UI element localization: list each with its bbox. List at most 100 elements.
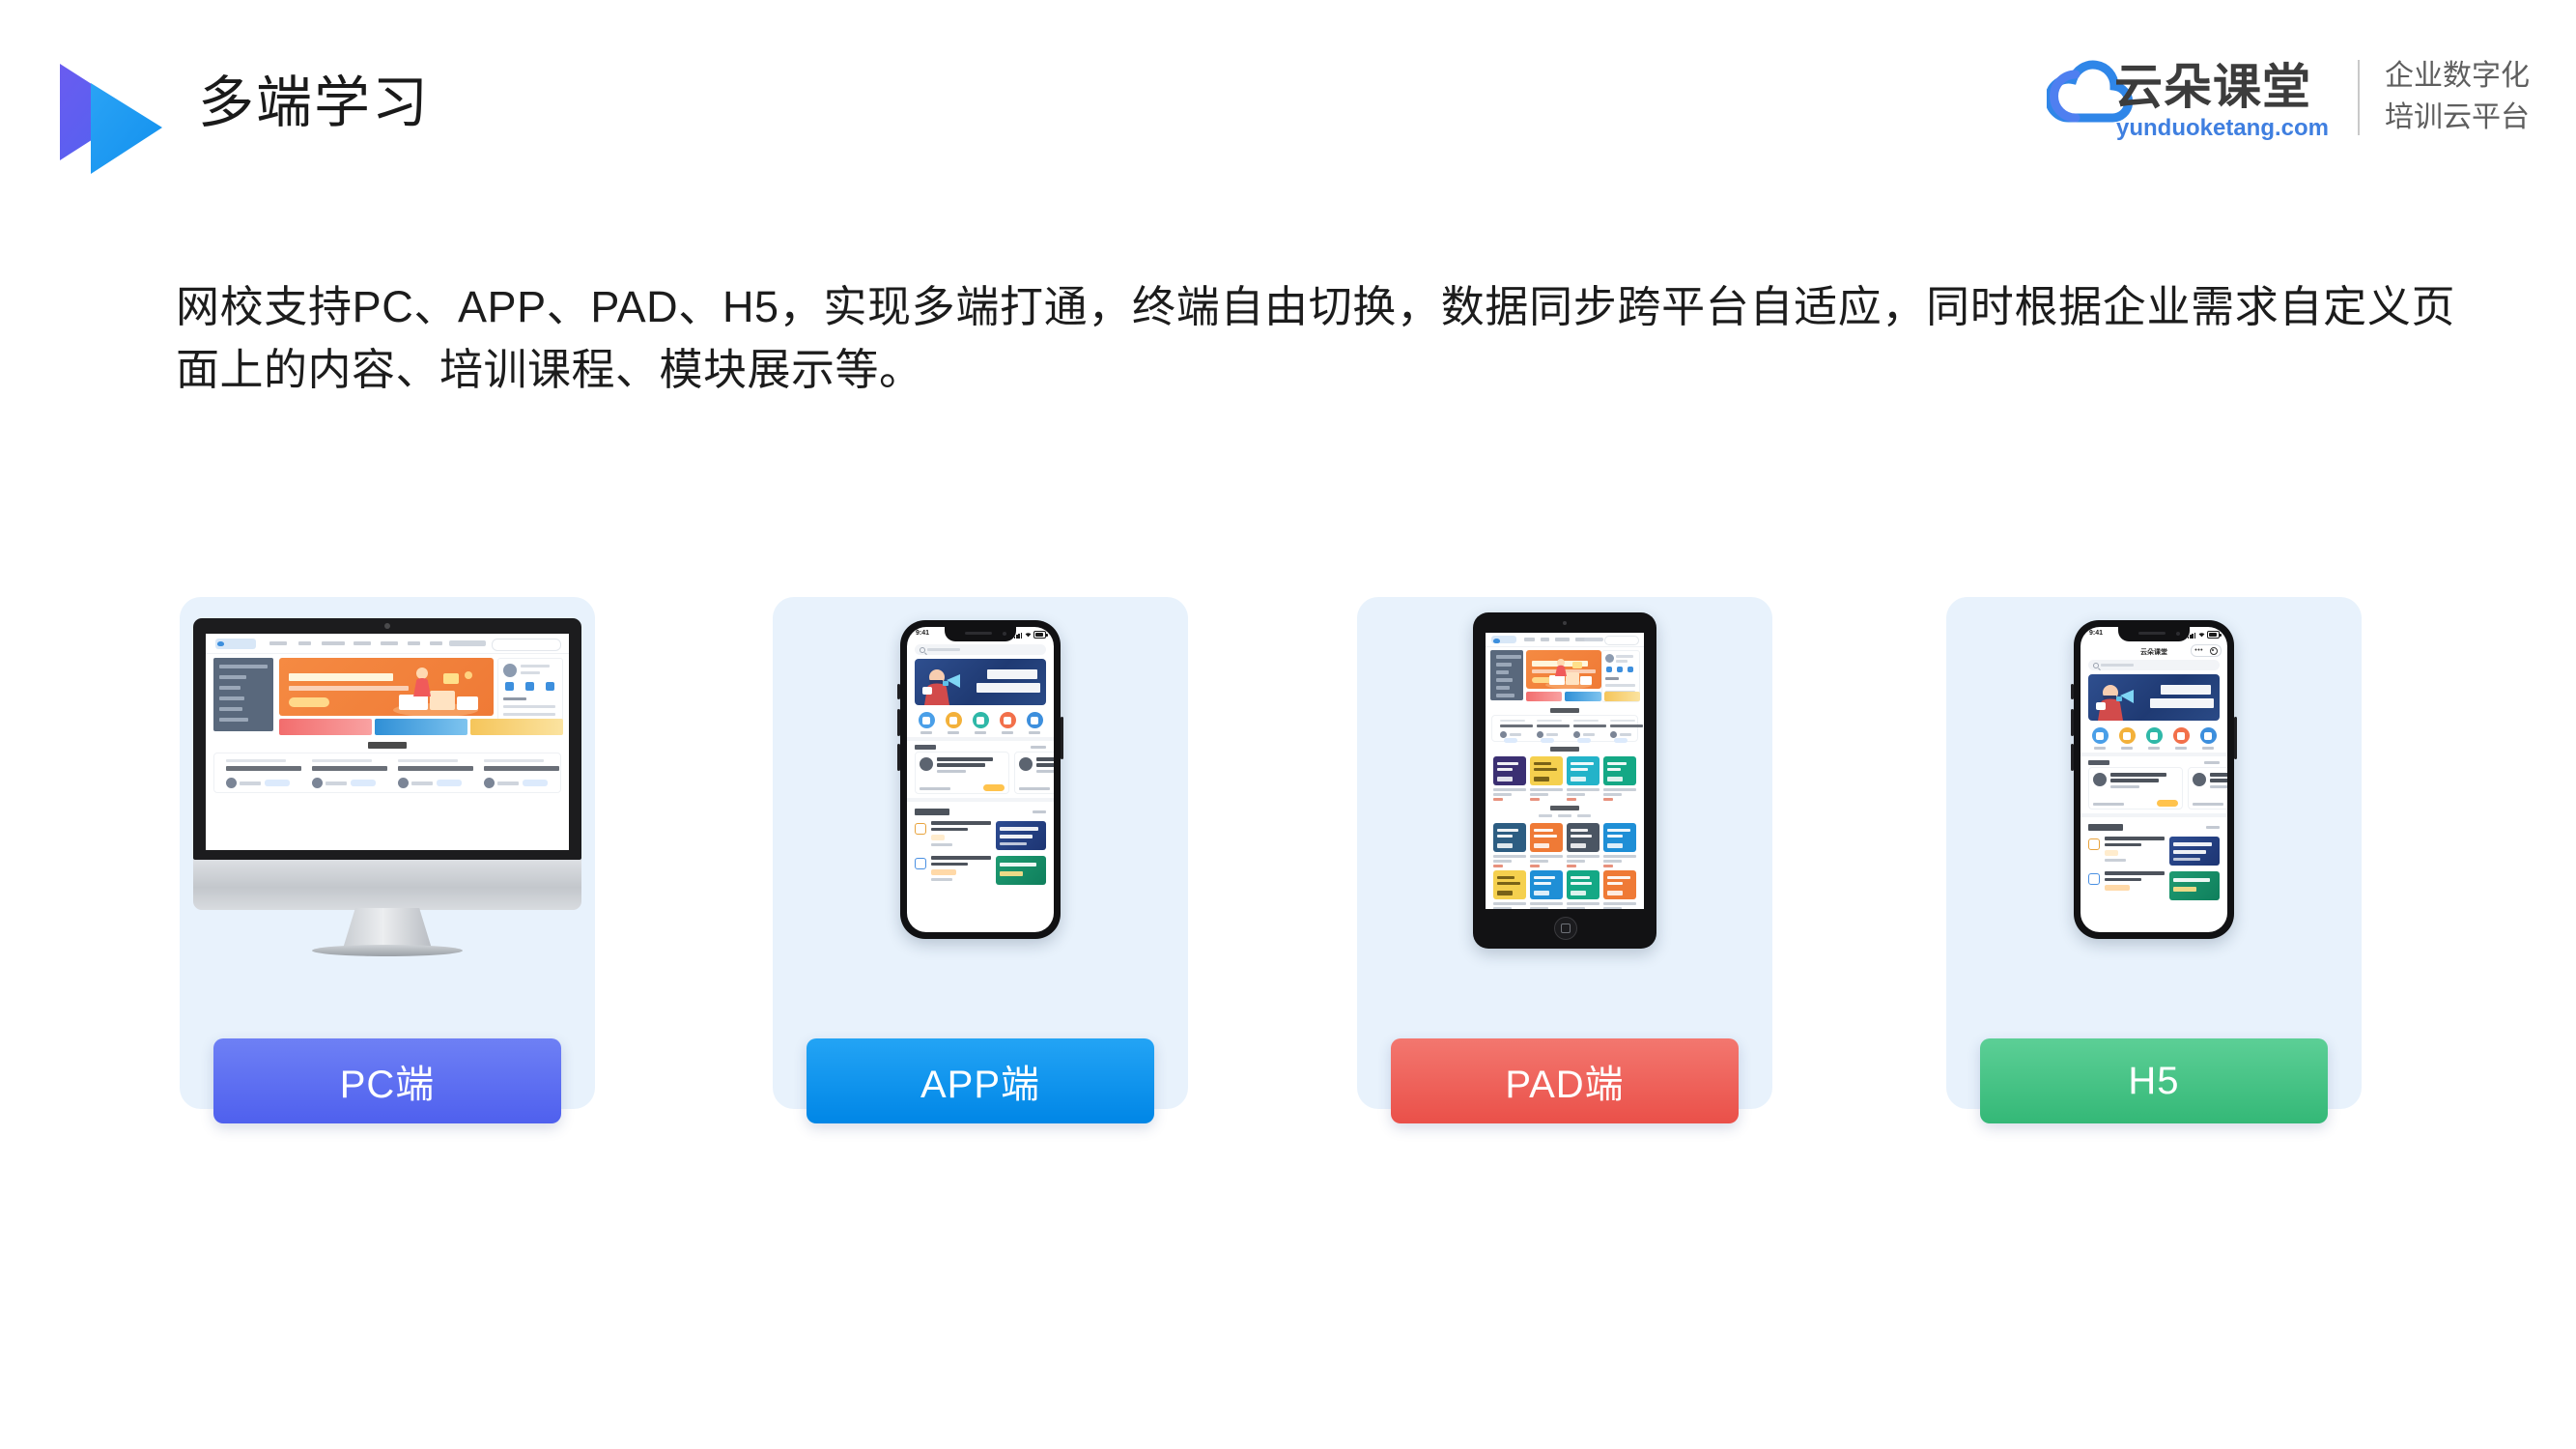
device-card-pc[interactable]: PC端: [180, 597, 595, 1123]
h5-button[interactable]: H5: [1980, 1038, 2328, 1123]
device-card-pad[interactable]: PAD端: [1357, 597, 1772, 1123]
app-icon-schedule[interactable]: [945, 712, 962, 734]
app-search-input[interactable]: [915, 644, 1046, 655]
nav-item: [408, 641, 420, 645]
app-icon-material[interactable]: [1026, 712, 1043, 734]
h5-banner-title-line-1: [2161, 685, 2211, 695]
tab[interactable]: [1539, 814, 1552, 817]
ipad-home-button[interactable]: [1554, 917, 1577, 940]
pc-hero-banner[interactable]: [279, 658, 494, 716]
section-title-recommend: [2088, 824, 2123, 831]
tab[interactable]: [1558, 814, 1571, 817]
course-tile[interactable]: [1493, 756, 1526, 801]
panel-icon[interactable]: [1606, 667, 1612, 672]
app-button[interactable]: APP端: [807, 1038, 1154, 1123]
panel-icon[interactable]: [525, 682, 534, 691]
course-tile[interactable]: [1567, 756, 1599, 801]
pad-hero-banner[interactable]: [1526, 650, 1601, 689]
device-card-h5[interactable]: 9:41 云朵课堂 ••• H5: [1946, 597, 2362, 1123]
device-card-app[interactable]: 9:41 APP端: [773, 597, 1188, 1123]
join-button[interactable]: [2157, 800, 2178, 807]
course-tile[interactable]: [1530, 823, 1563, 867]
promo-thumb[interactable]: [1526, 692, 1563, 701]
course-thumbnail: [996, 821, 1046, 850]
join-button[interactable]: [983, 784, 1005, 791]
list-item[interactable]: [915, 752, 1009, 794]
see-more-link[interactable]: [1031, 746, 1046, 749]
pad-course-row: [1491, 715, 1643, 743]
nav-item: [430, 641, 442, 645]
list-item[interactable]: [2088, 767, 2183, 810]
teacher-avatar: [1610, 731, 1617, 738]
pad-recommend-tiles: [1486, 753, 1644, 801]
phone-mute-switch: [897, 684, 900, 699]
list-item[interactable]: [2188, 767, 2227, 810]
phone-volume-up-button: [897, 709, 900, 736]
course-tile[interactable]: [1603, 823, 1636, 867]
panel-icon[interactable]: [1617, 667, 1623, 672]
list-item[interactable]: [907, 818, 1054, 853]
course-tile[interactable]: [1530, 870, 1563, 909]
app-icon-live[interactable]: [999, 712, 1016, 734]
course-tile[interactable]: [1530, 756, 1563, 801]
avatar: [2093, 773, 2107, 786]
tab[interactable]: [1577, 814, 1591, 817]
promo-thumb[interactable]: [279, 719, 372, 735]
h5-hero-banner[interactable]: [2088, 674, 2220, 721]
phone-mute-switch: [2071, 684, 2074, 699]
list-item[interactable]: [1014, 752, 1054, 794]
site-logo-icon: [215, 639, 256, 649]
search-icon: [920, 647, 925, 653]
app-icon-exam[interactable]: [972, 712, 989, 734]
list-item[interactable]: [907, 853, 1054, 888]
pc-button[interactable]: PC端: [213, 1038, 561, 1123]
course-tile[interactable]: [1567, 870, 1599, 909]
course-tile[interactable]: [1603, 870, 1636, 909]
h5-icon-schedule[interactable]: [2118, 727, 2136, 750]
list-item[interactable]: [2081, 868, 2227, 903]
app-hero-banner[interactable]: [915, 659, 1046, 705]
h5-icon-course[interactable]: [2091, 727, 2109, 750]
see-more-link[interactable]: [1033, 810, 1046, 813]
site-search-input[interactable]: [1604, 636, 1639, 645]
course-tile[interactable]: [1493, 823, 1526, 867]
app-banner-title-line-2: [977, 683, 1040, 693]
brand-name: 云朵课堂: [2114, 59, 2311, 114]
status-icons: [2187, 631, 2222, 639]
pc-promo-thumbnails: [279, 719, 563, 735]
course-thumbnail: [996, 856, 1046, 885]
course-tile[interactable]: [1603, 756, 1636, 801]
wechat-capsule-buttons[interactable]: •••: [2191, 644, 2222, 657]
panel-icon[interactable]: [505, 682, 514, 691]
see-more-link[interactable]: [2206, 826, 2220, 829]
teacher-avatar: [484, 778, 495, 788]
promo-thumb[interactable]: [1603, 692, 1640, 701]
more-icon[interactable]: •••: [2194, 647, 2203, 654]
h5-icon-exam[interactable]: [2145, 727, 2163, 750]
promo-thumb[interactable]: [470, 719, 563, 735]
see-more-link[interactable]: [2204, 761, 2220, 764]
panel-icon[interactable]: [546, 682, 554, 691]
h5-search-input[interactable]: [2088, 660, 2220, 670]
list-item[interactable]: [2081, 834, 2227, 868]
pad-button[interactable]: PAD端: [1391, 1038, 1739, 1123]
course-tile[interactable]: [1493, 870, 1526, 909]
app-icon-course[interactable]: [918, 712, 935, 734]
course-tile[interactable]: [1567, 823, 1599, 867]
device-card-list: PC端 9:41 APP端 PAD端 9:41 云朵课堂 ••• H5: [0, 597, 2576, 1138]
h5-icon-live[interactable]: [2172, 727, 2190, 750]
promo-thumb[interactable]: [1565, 692, 1601, 701]
promo-thumb[interactable]: [375, 719, 467, 735]
pad-hero-area: [1486, 647, 1644, 703]
pc-banner-cta[interactable]: [289, 697, 329, 707]
h5-icon-material[interactable]: [2199, 727, 2217, 750]
pad-section-recommend: [1486, 742, 1644, 753]
course-tag: [351, 780, 376, 786]
phone-notch: [945, 627, 1016, 641]
site-logo-icon: [1491, 636, 1516, 643]
panel-icon[interactable]: [1628, 667, 1633, 672]
close-circle-icon[interactable]: [2209, 646, 2218, 655]
teacher-avatar: [312, 778, 323, 788]
site-search-input[interactable]: [492, 639, 561, 651]
teacher-avatar: [226, 778, 237, 788]
